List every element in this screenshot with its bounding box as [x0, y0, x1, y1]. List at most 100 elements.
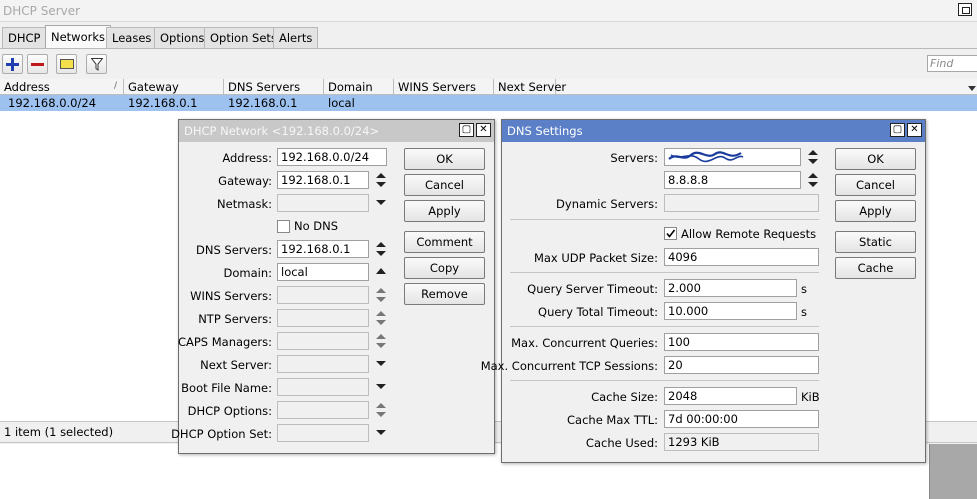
status-text: 1 item (1 selected) — [4, 425, 114, 439]
maximize-button[interactable]: ▢ — [890, 123, 905, 137]
maximize-button[interactable]: ▢ — [459, 123, 474, 137]
query-total-timeout-field[interactable]: 10.000 — [664, 302, 797, 320]
apply-button[interactable]: Apply — [404, 200, 485, 222]
domain-label: Domain: — [223, 266, 273, 280]
sort-icon: / — [114, 81, 118, 91]
dhcp-options-field[interactable] — [277, 401, 369, 419]
table-row[interactable]: 192.168.0.0/24 192.168.0.1 192.168.0.1 l… — [0, 95, 977, 111]
caps-updown-icon[interactable] — [375, 332, 387, 350]
remove-button[interactable]: Remove — [404, 283, 485, 305]
server-field-1[interactable] — [664, 148, 801, 166]
dynamic-servers-field — [664, 194, 819, 212]
max-concurrent-queries-label: Max. Concurrent Queries: — [511, 336, 658, 350]
max-udp-field[interactable]: 4096 — [664, 248, 819, 266]
gateway-field[interactable]: 192.168.0.1 — [277, 171, 369, 189]
dns-settings-dialog: DNS Settings ▢ ✕ Servers: 8.8.8.8 Dynami… — [481, 119, 926, 463]
netmask-dropdown-icon[interactable] — [375, 194, 387, 212]
apply-button[interactable]: Apply — [835, 200, 916, 222]
static-button[interactable]: Static — [835, 231, 916, 253]
close-button[interactable]: ✕ — [476, 123, 491, 137]
redacted-scribble — [668, 151, 744, 163]
note-icon — [59, 59, 74, 69]
servers-label: Servers: — [610, 151, 658, 165]
boot-file-field[interactable] — [277, 378, 369, 396]
ok-button[interactable]: OK — [404, 148, 485, 170]
cell-domain: local — [328, 96, 355, 110]
domain-up-icon[interactable] — [375, 263, 387, 281]
add-button[interactable] — [2, 54, 23, 74]
column-wins-servers[interactable]: WINS Servers — [394, 79, 494, 95]
window-title: DHCP Server — [3, 4, 81, 18]
window-restore-button[interactable] — [958, 3, 972, 16]
cancel-button[interactable]: Cancel — [835, 174, 916, 196]
servers-updown-icon[interactable] — [807, 148, 819, 166]
netmask-label: Netmask: — [217, 197, 272, 211]
plus-icon — [6, 57, 19, 71]
dhcp-option-set-dropdown-icon[interactable] — [375, 424, 387, 442]
max-concurrent-queries-field[interactable]: 100 — [664, 333, 819, 351]
column-next-server[interactable]: Next Server — [494, 79, 566, 95]
gateway-updown-icon[interactable] — [375, 171, 387, 189]
dns-servers-field[interactable]: 192.168.0.1 — [277, 240, 369, 258]
domain-field[interactable]: local — [277, 263, 369, 281]
dns-servers-label: DNS Servers: — [196, 243, 272, 257]
tab-alerts[interactable]: Alerts — [273, 27, 319, 49]
tab-options[interactable]: Options — [154, 27, 211, 49]
kib-unit: KiB — [801, 390, 820, 404]
cache-button[interactable]: Cache — [835, 257, 916, 279]
background — [930, 444, 977, 499]
no-dns-label: No DNS — [294, 219, 339, 233]
dhcp-option-set-field[interactable] — [277, 424, 369, 442]
dialog-title: DHCP Network <192.168.0.0/24> — [179, 120, 494, 142]
cache-size-label: Cache Size: — [591, 390, 658, 404]
section-divider — [510, 219, 819, 220]
ok-button[interactable]: OK — [835, 148, 916, 170]
max-udp-label: Max UDP Packet Size: — [533, 251, 658, 265]
cell-address: 192.168.0.0/24 — [8, 96, 97, 110]
column-gateway[interactable]: Gateway — [124, 79, 224, 95]
comment-button[interactable]: Comment — [404, 231, 485, 253]
comment-button[interactable] — [56, 54, 77, 74]
cache-size-field[interactable]: 2048 — [664, 387, 797, 405]
next-server-field[interactable] — [277, 355, 369, 373]
address-field[interactable]: 192.168.0.0/24 — [277, 148, 387, 166]
close-button[interactable]: ✕ — [907, 123, 922, 137]
cache-used-field: 1293 KiB — [664, 433, 819, 451]
columns-menu-icon[interactable] — [968, 82, 976, 96]
find-input[interactable]: Find — [927, 55, 977, 72]
wins-servers-field[interactable] — [277, 286, 369, 304]
column-address[interactable]: Address — [0, 79, 124, 95]
ntp-servers-field[interactable] — [277, 309, 369, 327]
caps-managers-field[interactable] — [277, 332, 369, 350]
address-label: Address: — [222, 151, 272, 165]
copy-button[interactable]: Copy — [404, 257, 485, 279]
remove-button[interactable] — [27, 54, 48, 74]
cache-max-ttl-field[interactable]: 7d 00:00:00 — [664, 410, 819, 428]
wins-updown-icon[interactable] — [375, 286, 387, 304]
boot-file-label: Boot File Name: — [181, 381, 272, 395]
filter-button[interactable] — [86, 54, 107, 74]
servers-updown-icon-2[interactable] — [807, 171, 819, 189]
dhcp-options-label: DHCP Options: — [187, 404, 272, 418]
next-server-dropdown-icon[interactable] — [375, 355, 387, 373]
tab-networks[interactable]: Networks — [45, 25, 112, 49]
tab-option-sets[interactable]: Option Sets — [204, 27, 283, 49]
ntp-updown-icon[interactable] — [375, 309, 387, 327]
allow-remote-checkbox[interactable] — [664, 227, 677, 240]
tab-dhcp[interactable]: DHCP — [2, 27, 47, 49]
dialog-title: DNS Settings — [502, 120, 925, 142]
cell-gateway: 192.168.0.1 — [128, 96, 198, 110]
dns-updown-icon[interactable] — [375, 240, 387, 258]
dynamic-servers-label: Dynamic Servers: — [556, 197, 658, 211]
tab-leases[interactable]: Leases — [106, 27, 158, 49]
column-dns-servers[interactable]: DNS Servers — [224, 79, 324, 95]
cancel-button[interactable]: Cancel — [404, 174, 485, 196]
query-server-timeout-field[interactable]: 2.000 — [664, 279, 797, 297]
server-field-2[interactable]: 8.8.8.8 — [664, 171, 801, 189]
dhcp-options-updown-icon[interactable] — [375, 401, 387, 419]
max-concurrent-tcp-field[interactable]: 20 — [664, 356, 819, 374]
column-domain[interactable]: Domain — [324, 79, 394, 95]
boot-file-dropdown-icon[interactable] — [375, 378, 387, 396]
no-dns-checkbox[interactable] — [277, 220, 290, 233]
netmask-field[interactable] — [277, 194, 369, 212]
